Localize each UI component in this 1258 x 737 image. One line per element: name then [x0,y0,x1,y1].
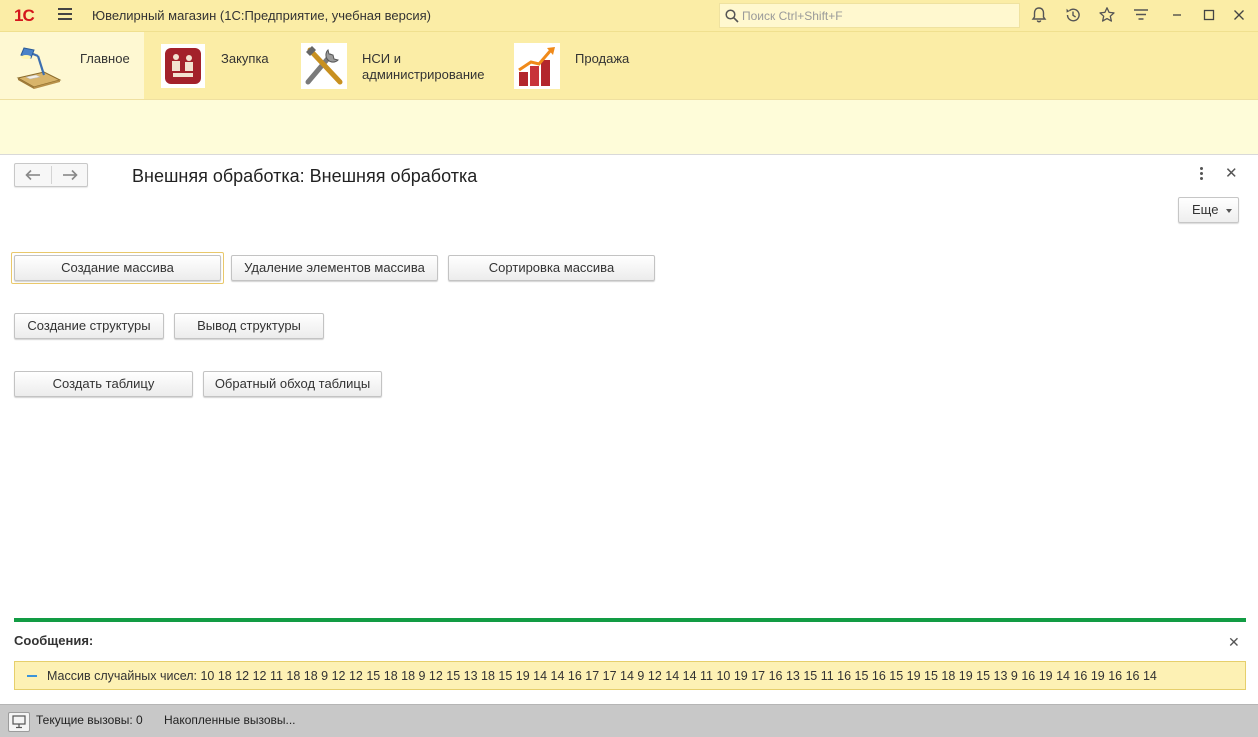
section-purchase[interactable]: Закупка [144,32,284,100]
search-icon [725,9,739,23]
settings-menu-icon[interactable] [1132,6,1152,26]
section-label: НСИ и администрирование [362,51,485,82]
delete-array-elements-button[interactable]: Удаление элементов массива [231,255,438,281]
favorites-star-icon[interactable] [1098,6,1118,26]
sales-chart-icon [514,43,560,89]
reverse-table-button[interactable]: Обратный обход таблицы [203,371,382,397]
section-label: Главное [80,51,130,66]
create-array-button[interactable]: Создание массива [14,255,221,281]
section-main[interactable]: Главное [0,32,144,100]
desk-lamp-icon [16,47,62,89]
notifications-bell-icon[interactable] [1030,6,1050,26]
status-bar: Текущие вызовы: 0 Накопленные вызовы... [0,704,1258,737]
search-input[interactable] [742,7,1012,25]
close-messages-icon[interactable]: ✕ [1228,634,1240,651]
title-bar: 1С Ювелирный магазин (1С:Предприятие, уч… [0,0,1258,31]
message-item[interactable]: Массив случайных чисел: 10 18 12 12 11 1… [14,661,1246,690]
message-dash-icon [27,675,37,677]
performance-monitor-icon[interactable] [8,712,30,732]
sort-array-button[interactable]: Сортировка массива [448,255,655,281]
accumulated-calls-text[interactable]: Накопленные вызовы... [164,713,296,727]
section-sales[interactable]: Продажа [496,32,646,100]
search-box[interactable] [719,3,1020,28]
app-logo[interactable]: 1С [14,6,35,26]
form-options-icon[interactable] [1196,167,1206,183]
output-structure-button[interactable]: Вывод структуры [174,313,324,339]
sections-panel: Главное Закупка НСИ и администрирование [0,31,1258,100]
minimize-icon[interactable] [1168,6,1188,26]
section-nsi-admin[interactable]: НСИ и администрирование [284,32,496,100]
app-title: Ювелирный магазин (1С:Предприятие, учебн… [92,8,432,23]
maximize-icon[interactable] [1200,6,1220,26]
message-text: Массив случайных чисел: 10 18 12 12 11 1… [47,669,1157,683]
back-button[interactable] [15,164,51,186]
section-label: Закупка [221,51,269,66]
close-window-icon[interactable] [1230,6,1250,26]
current-calls-text: Текущие вызовы: 0 [36,713,143,727]
create-structure-button[interactable]: Создание структуры [14,313,164,339]
history-icon[interactable] [1064,6,1084,26]
more-button-label: Еще [1192,202,1219,217]
more-button[interactable]: Еще [1178,197,1239,223]
messages-divider[interactable] [14,618,1246,622]
page-title: Внешняя обработка: Внешняя обработка [132,166,478,186]
navigation-buttons [14,163,88,187]
main-menu-icon[interactable] [58,8,72,22]
arrow-right-icon [63,169,78,181]
forward-button[interactable] [52,164,88,186]
arrow-left-icon [25,169,40,181]
chevron-down-icon [1226,209,1232,213]
function-panel [0,99,1258,155]
close-form-icon[interactable]: ✕ [1225,166,1238,182]
create-table-button[interactable]: Создать таблицу [14,371,193,397]
purchase-icon [161,44,205,88]
section-label: Продажа [575,51,630,66]
messages-title: Сообщения: [14,633,94,648]
tools-icon [301,43,347,89]
